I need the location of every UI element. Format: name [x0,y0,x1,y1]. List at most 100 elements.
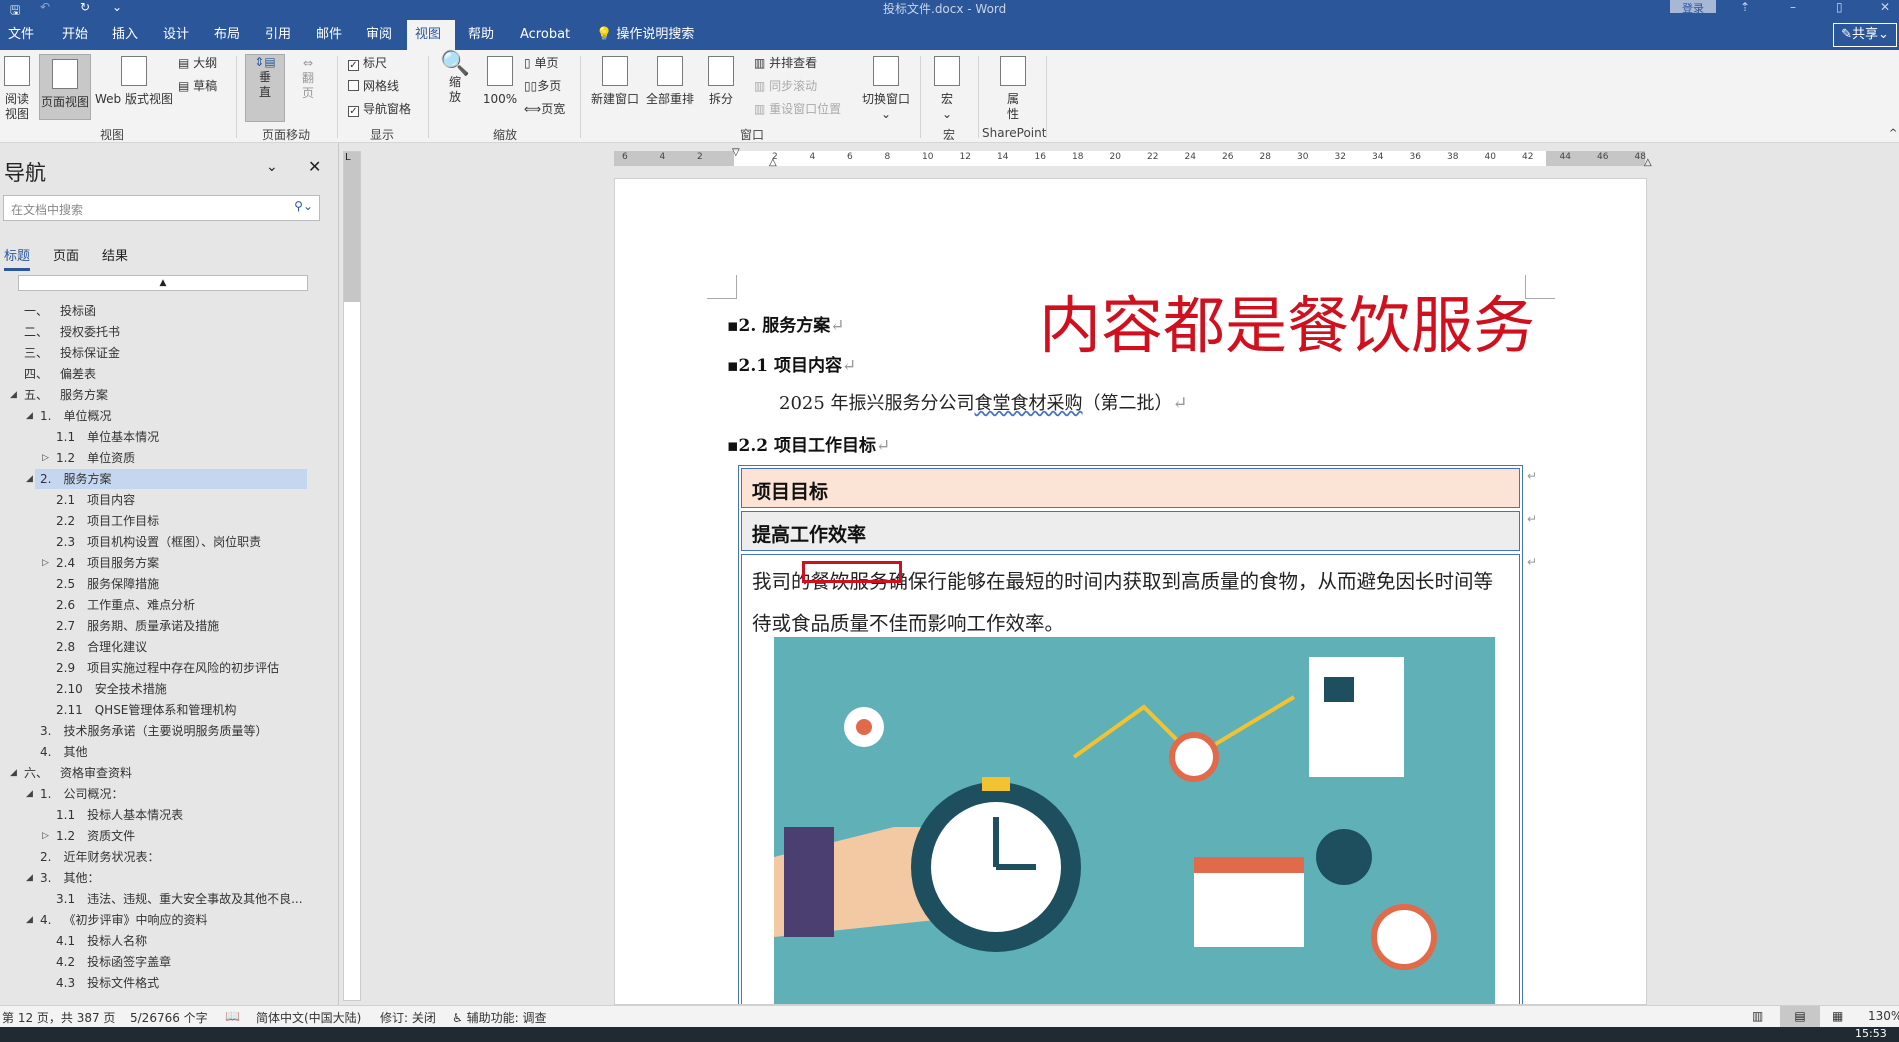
expand-icon[interactable]: ▷ [42,448,49,468]
gridlines-checkbox[interactable]: 网格线 [348,79,399,94]
nav-close-icon[interactable]: ✕ [308,157,321,176]
nav-heading-item[interactable]: 2.3 项目机构设置（框图）、岗位职责 [56,532,261,552]
side-by-side-button[interactable]: ▥ 并排查看 [754,56,817,71]
checkbox-nav-pane[interactable]: ✓ [348,106,359,117]
collapse-icon[interactable]: ◢ [10,763,17,783]
arrange-all-button[interactable]: 全部重排 [645,56,695,107]
nav-heading-item[interactable]: 2.7 服务期、质量承诺及措施 [56,616,219,636]
nav-heading-item[interactable]: 2.2 项目工作目标 [56,511,159,531]
tab-home[interactable]: 开始 [54,20,96,50]
nav-tab-results[interactable]: 结果 [102,245,128,264]
tab-file[interactable]: 文件 [0,20,42,50]
customize-qat-icon[interactable]: ⌄ [112,0,122,14]
share-button[interactable]: ✎共享⌄ [1833,23,1897,47]
nav-heading-item[interactable]: 四、 偏差表 [24,364,96,384]
paragraph-project-content[interactable]: 2025 年振兴服务分公司食堂食材采购（第二批）↵ [779,389,1188,415]
nav-heading-item[interactable]: 4. 《初步评审》中响应的资料 [40,910,207,930]
nav-tab-headings[interactable]: 标题 [4,245,31,271]
nav-heading-item[interactable]: 3. 技术服务承诺（主要说明服务质量等） [40,721,267,741]
nav-heading-item[interactable]: 六、 资格审查资料 [24,763,132,783]
ruler-checkbox[interactable]: ✓ 标尺 [348,56,387,71]
nav-heading-item[interactable]: 2.8 合理化建议 [56,637,147,657]
nav-heading-item[interactable]: 2.6 工作重点、难点分析 [56,595,195,615]
word-count[interactable]: 5/26766 个字 [130,1009,208,1026]
nav-options-icon[interactable]: ⌄ [266,159,278,175]
maximize-icon[interactable]: ▯ [1836,0,1843,14]
minimize-icon[interactable]: – [1790,0,1796,14]
zoom-button[interactable]: 🔍 缩 放 [440,51,470,105]
zoom-level[interactable]: 130% [1868,1009,1899,1023]
read-mode-button[interactable]: 阅读 视图 [2,56,32,122]
nav-search-input[interactable]: 在文档中搜索 ⚲⌄ [3,195,320,221]
sync-scroll-button[interactable]: ▥ 同步滚动 [754,79,817,94]
save-icon[interactable]: 🖫 [10,1,20,22]
nav-heading-item[interactable]: 二、 授权委托书 [24,322,120,342]
tab-help[interactable]: 帮助 [460,20,502,50]
nav-heading-item[interactable]: 一、 投标函 [24,301,96,321]
side-to-side-button[interactable]: ⇔ 翻 页 [290,56,326,101]
checkbox-ruler[interactable]: ✓ [348,60,359,71]
nav-heading-item[interactable]: 2. 近年财务状况表： [40,847,159,867]
undo-icon[interactable]: ↶ [40,0,50,14]
ribbon-display-icon[interactable]: ⇡ [1740,0,1750,14]
nav-heading-item[interactable]: 2.4 项目服务方案 [56,553,159,573]
nav-heading-item[interactable]: 3. 其他： [40,868,99,888]
switch-windows-button[interactable]: 切换窗口 ⌄ [860,56,912,122]
nav-heading-item[interactable]: 五、 服务方案 [24,385,108,405]
collapse-icon[interactable]: ◢ [26,910,33,930]
reset-position-button[interactable]: ▥ 重设窗口位置 [754,102,841,117]
page-width-button[interactable]: ⟺页宽 [524,102,565,117]
close-icon[interactable]: ✕ [1880,0,1890,14]
nav-heading-item[interactable]: 2.5 服务保障措施 [56,574,159,594]
heading-2-2[interactable]: ▪2.2 项目工作目标↵ [727,431,890,456]
nav-heading-item[interactable]: 1.2 资质文件 [56,826,135,846]
nav-heading-item[interactable]: 2. 服务方案 [40,469,111,489]
left-indent-marker[interactable]: △ [769,157,777,168]
tab-review[interactable]: 审阅 [358,20,400,50]
outline-button[interactable]: ▤ 大纲 [178,56,217,71]
table-row[interactable]: 项目目标 [741,468,1520,508]
macros-button[interactable]: 宏 ⌄ [932,56,962,122]
zoom-100-button[interactable]: 100% [482,56,518,107]
vertical-button[interactable]: ⇕▤ 垂 直 [245,54,285,122]
track-changes[interactable]: 修订: 关闭 [380,1009,436,1026]
tab-insert[interactable]: 插入 [104,20,146,50]
collapse-icon[interactable]: ◢ [26,469,33,489]
nav-heading-item[interactable]: 2.9 项目实施过程中存在风险的初步评估 [56,658,279,678]
page-count[interactable]: 第 12 页，共 387 页 [2,1009,115,1026]
tab-references[interactable]: 引用 [257,20,299,50]
tab-view[interactable]: 视图 [407,20,455,50]
split-button[interactable]: 拆分 [703,56,739,107]
first-line-indent-marker[interactable]: ▽ [732,147,740,158]
table-row[interactable]: 提高工作效率 [741,511,1520,551]
new-window-button[interactable]: 新建窗口 [590,56,640,107]
nav-heading-item[interactable]: 1.2 单位资质 [56,448,135,468]
print-layout-view-icon[interactable]: ▤ [1780,1006,1820,1027]
nav-tab-pages[interactable]: 页面 [53,245,79,264]
nav-heading-item[interactable]: 4.2 投标函签字盖章 [56,952,171,972]
tab-mailings[interactable]: 邮件 [308,20,350,50]
tab-design[interactable]: 设计 [155,20,197,50]
read-mode-view-icon[interactable]: ▥ [1752,1009,1763,1023]
document-page[interactable]: 内容都是餐饮服务 ▪2. 服务方案↵ ▪2.1 项目内容↵ 2025 年振兴服务… [614,178,1647,1005]
accessibility-status[interactable]: ♿ 辅助功能: 调查 [452,1009,546,1026]
nav-heading-item[interactable]: 1. 单位概况 [40,406,111,426]
collapse-icon[interactable]: ◢ [26,784,33,804]
collapse-ribbon-icon[interactable]: ^ [1889,128,1897,139]
tab-acrobat[interactable]: Acrobat [512,20,578,50]
nav-heading-item[interactable]: 2.1 项目内容 [56,490,135,510]
nav-heading-item[interactable]: 4.3 投标文件格式 [56,973,159,993]
table-row[interactable]: 我司的餐饮服务确保行能够在最短的时间内获取到高质量的食物，从而避免因长时间等待或… [741,554,1520,1004]
nav-pane-checkbox[interactable]: ✓ 导航窗格 [348,102,411,117]
tab-layout[interactable]: 布局 [206,20,248,50]
properties-button[interactable]: 属 性 [998,56,1028,122]
right-indent-marker[interactable]: △ [1644,157,1652,168]
print-layout-button[interactable]: 页面视图 [39,54,91,120]
multi-page-button[interactable]: ▯▯多页 [524,79,561,94]
nav-heading-item[interactable]: 三、 投标保证金 [24,343,120,363]
expand-icon[interactable]: ▷ [42,553,49,573]
nav-heading-item[interactable]: 2.11 QHSE管理体系和管理机构 [56,700,236,720]
draft-button[interactable]: ▤ 草稿 [178,79,217,94]
collapse-icon[interactable]: ◢ [26,868,33,888]
login-button[interactable]: 登录 [1670,0,1716,15]
